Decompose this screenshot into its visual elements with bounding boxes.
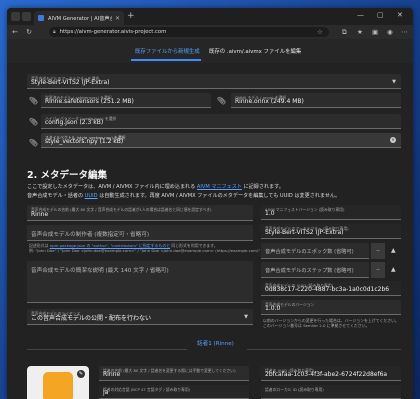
aivm-manifest-link[interactable]: AIVM マニフェスト <box>197 184 242 190</box>
metadata-intro-2: 音声合成モデル・話者の UUID は自動生成されます。再度 AIVM / AIV… <box>27 192 340 199</box>
active-tab-indicator <box>131 59 201 61</box>
model-file-input[interactable]: 学習済みモデル (.safetensors) を選択 Rinne.safeten… <box>41 93 211 108</box>
architecture-select[interactable]: 音声合成モデルのアーキテクチャを選択 Style-Bert-VITS2 (JP-… <box>27 74 401 89</box>
edit-pencil-icon[interactable]: ✎ <box>77 370 85 378</box>
paperclip-icon: 📎︎ <box>29 97 38 105</box>
intro-text: は自動生成されます。再度 AIVM / AIVMX ファイルのメタデータを編集し… <box>99 193 341 199</box>
description-placeholder: 音声合成モデルの簡潔な説明 (最大 140 文字 / 省略可) <box>31 268 169 274</box>
paperclip-icon: 📎︎ <box>217 97 226 105</box>
epochs-placeholder: 音声合成モデルのエポック数 (省略可) <box>265 249 354 255</box>
url-text: https://aivm-generator.aivis-project.com <box>59 29 167 35</box>
uuid-link[interactable]: UUID <box>85 193 98 199</box>
account-icon[interactable]: ◉ <box>387 28 393 36</box>
browser-window: AIVM Generator | AI音声合成モデ... ✕ + — ▢ ✕ ←… <box>7 8 413 399</box>
minimize-icon[interactable]: — <box>357 11 364 19</box>
arch-readonly-field: 音声合成モデルのアーキテクチャ (読み取り専用) Style-Bert-VITS… <box>261 224 401 239</box>
style-vectors-file-input[interactable]: スタイルベクトル (style_vectors.npy) を選択 style_v… <box>41 133 401 148</box>
onnx-file-input[interactable]: ONNX モデル (.onnx) を選択 Rinne.onnx (249.4 M… <box>231 93 401 108</box>
speaker-name-label: 話者の名前 (最大 80 文字 / 話者名を変更する際には手動で変更してください… <box>103 368 236 373</box>
browser-tab[interactable]: AIVM Generator | AI音声合成モデ... ✕ <box>34 11 124 25</box>
maximize-icon[interactable]: ▢ <box>377 11 384 19</box>
architecture-value: Style-Bert-VITS2 (JP-Extra) <box>31 79 110 86</box>
bookmark-star-icon[interactable]: ☆ <box>317 28 323 36</box>
speaker-name-value: Rinne <box>103 371 121 378</box>
close-tab-icon[interactable]: ✕ <box>115 15 120 22</box>
refresh-icon[interactable]: ↻ <box>23 28 35 36</box>
speaker-lang-label: 話者の対応言語 (BCP 47 言語タグ / 読み取り専用) <box>103 387 191 392</box>
back-icon[interactable]: ← <box>9 28 21 36</box>
mode-tabs: 既存ファイルから新規生成 既存の .aivm/.aivmx ファイルを編集 <box>7 39 413 63</box>
page-content: 既存ファイルから新規生成 既存の .aivm/.aivmx ファイルを編集 音声… <box>7 39 413 399</box>
speaker-uuid-value: 2bfcafaa-1c03-4f3f-abe2-6724f22d8ef6a <box>265 371 388 378</box>
intro-text: ここで設定したメタデータは、AIVM / AIVMX ファイル内に埋め込まれる <box>27 184 196 190</box>
onnx-file-value: Rinne.onnx (249.4 MB) <box>235 98 304 105</box>
manifest-version-field: AIVM マニフェストバージョン (読み取り専用) 1.0 <box>261 205 401 220</box>
creators-field[interactable]: 音声合成モデルの制作者 (複数指定可・省略可) <box>27 225 253 241</box>
address-bar[interactable]: 🔒︎ https://aivm-generator.aivis-project.… <box>49 27 329 37</box>
epochs-input[interactable]: 音声合成モデルのエポック数 (省略可) <box>261 243 369 259</box>
model-name-value: Rinne <box>31 211 49 218</box>
paperclip-icon: 📎︎ <box>29 118 38 126</box>
speaker-lang-field: 話者の対応言語 (BCP 47 言語タグ / 読み取り専用) ja <box>99 385 249 399</box>
license-value: この音声合成モデルの公開・配布を行わない <box>31 315 152 322</box>
tab-edit-existing[interactable]: 既存の .aivm/.aivmx ファイルを編集 <box>209 47 301 55</box>
favorites-icon[interactable]: ★ <box>357 28 363 36</box>
metadata-intro-1: ここで設定したメタデータは、AIVM / AIVMX ファイル内に埋め込まれる … <box>27 183 284 190</box>
config-file-input[interactable]: ハイパーパラメータ (config.json) を選択 config.json … <box>41 114 401 129</box>
intro-text: 音声合成モデル・話者の <box>27 193 84 199</box>
intro-text: に記録されます。 <box>243 184 284 190</box>
model-name-label: 音声合成モデルの名前 (最大 80 文字 / 音声合成モデルの話者が1人の場合は… <box>31 207 212 212</box>
creators-example: 例: "John Doe" / "John Doe <john.doe@exam… <box>29 248 261 253</box>
speaker-lang-value: ja <box>103 389 109 396</box>
tab-title: AIVM Generator | AI音声合成モデ... <box>48 15 112 22</box>
tab-create-new[interactable]: 既存ファイルから新規生成 <box>135 47 200 55</box>
model-version-value: 1.0.0 <box>265 305 281 312</box>
browser-toolbar: ← ↻ 🔒︎ https://aivm-generator.aivis-proj… <box>7 25 413 39</box>
model-version-field[interactable]: 音声合成モデルのバージョン 1.0.0 <box>261 300 401 315</box>
tab-actions-icon[interactable] <box>22 12 31 21</box>
speaker-icon-card[interactable]: ✎ <box>27 366 89 399</box>
epochs-decrement-button[interactable]: − <box>371 243 385 259</box>
steps-input[interactable]: 音声合成モデルのステップ数 (省略可) <box>261 262 369 278</box>
manifest-version-label: AIVM マニフェストバージョン (読み取り専用) <box>265 207 345 212</box>
divider <box>27 349 187 350</box>
speaker-uuid-field: 話者の UUID (読み取り専用) 2bfcafaa-1c03-4f3f-abe… <box>261 366 401 381</box>
divider <box>247 349 401 350</box>
model-file-value: Rinne.safetensors (251.2 MB) <box>45 98 134 105</box>
chevron-down-icon: ▼ <box>244 314 248 320</box>
lock-icon[interactable]: 🔒︎ <box>53 29 56 35</box>
extensions-icon[interactable]: ⧉ <box>342 28 347 37</box>
clear-icon[interactable]: ✕ <box>390 137 396 143</box>
speaker-local-id-label: 話者のローカル ID (読み取り専用) <box>265 387 324 392</box>
semver-hint: このバージョン番号は SemVer 2.0 に準拠させてください。 <box>263 323 370 328</box>
section-heading: 2. メタデータ編集 <box>27 170 108 181</box>
model-uuid-value: 0d838c17-c220-4887-bc3a-1a0c0d1c2b6 <box>265 286 390 293</box>
profile-icon[interactable] <box>11 12 20 21</box>
close-window-icon[interactable]: ✕ <box>397 11 403 19</box>
speaker-avatar <box>43 372 73 399</box>
site-favicon-icon <box>38 15 44 21</box>
license-select[interactable]: 音声合成モデルのライセンス この音声合成モデルの公開・配布を行わない ▼ <box>27 309 253 325</box>
paperclip-icon: 📎︎ <box>29 139 38 147</box>
tab-strip: AIVM Generator | AI音声合成モデ... ✕ + — ▢ ✕ <box>7 8 413 25</box>
creators-placeholder: 音声合成モデルの制作者 (複数指定可・省略可) <box>31 232 150 238</box>
steps-increment-icon[interactable]: ▲ <box>391 266 396 273</box>
speaker-details-button[interactable]: 話者1 (Rinne) <box>197 339 234 347</box>
style-file-value: style_vectors.npy (1.2 kB) <box>45 138 124 145</box>
speaker-local-id-field: 話者のローカル ID (読み取り専用) <box>261 385 401 399</box>
more-menu-icon[interactable]: ⋯ <box>401 28 408 36</box>
description-field[interactable]: 音声合成モデルの簡潔な説明 (最大 140 文字 / 省略可) <box>27 261 253 303</box>
model-uuid-field: 音声合成モデルの UUID (読み取り専用) 0d838c17-c220-488… <box>261 281 401 296</box>
chevron-down-icon: ▼ <box>392 79 396 85</box>
speaker-name-field[interactable]: 話者の名前 (最大 80 文字 / 話者名を変更する際には手動で変更してください… <box>99 366 249 381</box>
new-tab-icon[interactable]: + <box>127 11 135 21</box>
arch-readonly-value: Style-Bert-VITS2 (JP-Extra) <box>265 229 344 236</box>
epochs-increment-icon[interactable]: ▲ <box>391 247 396 254</box>
steps-placeholder: 音声合成モデルのステップ数 (省略可) <box>265 268 354 274</box>
config-file-value: config.json (2.3 kB) <box>45 119 104 126</box>
steps-decrement-button[interactable]: − <box>371 262 385 278</box>
model-name-field[interactable]: 音声合成モデルの名前 (最大 80 文字 / 音声合成モデルの話者が1人の場合は… <box>27 205 253 221</box>
manifest-version-value: 1.0 <box>265 210 275 217</box>
collections-icon[interactable]: ▣ <box>372 28 378 36</box>
